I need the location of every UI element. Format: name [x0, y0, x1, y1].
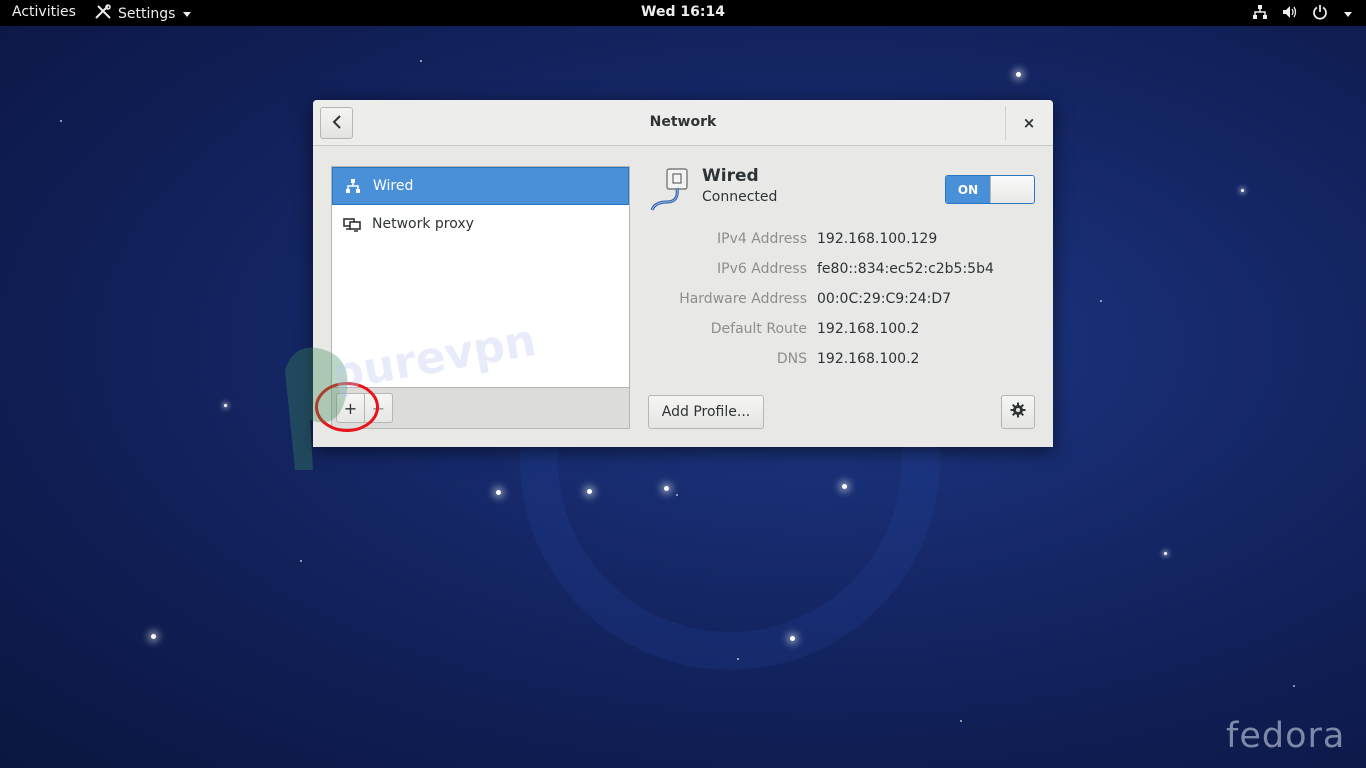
wired-network-icon	[333, 178, 373, 194]
detail-label: Default Route	[710, 321, 807, 337]
gear-icon	[1010, 402, 1026, 423]
toggle-knob	[990, 176, 1034, 203]
power-icon	[1312, 4, 1328, 24]
connection-settings-button[interactable]	[1001, 395, 1035, 429]
sidebar-item-label: Network proxy	[372, 216, 474, 232]
sidebar-item-network-proxy[interactable]: Network proxy	[332, 205, 629, 243]
remove-connection-button[interactable]: −	[364, 393, 393, 423]
detail-label: IPv4 Address	[717, 231, 807, 247]
chevron-left-icon	[332, 114, 342, 133]
detail-value: fe80::834:ec52:c2b5:5b4	[817, 261, 994, 277]
detail-value: 192.168.100.2	[817, 321, 920, 337]
sidebar-item-label: Wired	[373, 178, 414, 194]
system-tray[interactable]	[1252, 4, 1352, 24]
window-title: Network	[649, 114, 717, 130]
detail-value: 00:0C:29:C9:24:D7	[817, 291, 952, 307]
volume-icon	[1282, 4, 1298, 24]
network-settings-window: Network × Wired Network proxy + − Wired …	[313, 100, 1053, 447]
fedora-logo: fedora	[1226, 716, 1346, 756]
close-icon: ×	[1022, 114, 1036, 132]
detail-label: Hardware Address	[679, 291, 807, 307]
header-separator	[1005, 106, 1006, 140]
add-profile-button[interactable]: Add Profile...	[648, 395, 764, 429]
detail-value: 192.168.100.129	[817, 231, 938, 247]
header-bar: Network ×	[313, 100, 1053, 146]
add-connection-button[interactable]: +	[336, 393, 365, 423]
clock[interactable]: Wed 16:14	[641, 4, 725, 20]
activities-button[interactable]: Activities	[12, 4, 76, 20]
detail-row: Default Route 192.168.100.2	[649, 314, 1039, 344]
top-bar: Activities Settings Wed 16:14	[0, 0, 1366, 26]
sidebar-item-wired[interactable]: Wired	[332, 167, 629, 205]
close-button[interactable]: ×	[1016, 112, 1042, 134]
list-toolbar: + −	[332, 387, 629, 428]
app-menu-label: Settings	[118, 6, 176, 22]
settings-app-icon	[94, 4, 112, 24]
connection-toggle[interactable]: ON	[945, 175, 1035, 204]
device-status: Connected	[702, 189, 778, 205]
connection-details: IPv4 Address 192.168.100.129 IPv6 Addres…	[649, 224, 1039, 374]
detail-value: 192.168.100.2	[817, 351, 920, 367]
network-icon	[1252, 4, 1268, 24]
device-list: Wired Network proxy + −	[331, 166, 630, 429]
device-name: Wired	[702, 166, 759, 186]
chevron-down-icon	[183, 11, 192, 17]
chevron-down-icon	[1344, 11, 1352, 17]
detail-row: IPv6 Address fe80::834:ec52:c2b5:5b4	[649, 254, 1039, 284]
back-button[interactable]	[320, 107, 353, 139]
wired-cable-icon	[649, 166, 699, 212]
toggle-on-label: ON	[946, 176, 990, 203]
detail-row: DNS 192.168.100.2	[649, 344, 1039, 374]
detail-row: IPv4 Address 192.168.100.129	[649, 224, 1039, 254]
detail-row: Hardware Address 00:0C:29:C9:24:D7	[649, 284, 1039, 314]
network-proxy-icon	[332, 216, 372, 232]
detail-label: IPv6 Address	[717, 261, 807, 277]
app-menu[interactable]: Settings	[94, 4, 192, 24]
detail-label: DNS	[776, 351, 807, 367]
